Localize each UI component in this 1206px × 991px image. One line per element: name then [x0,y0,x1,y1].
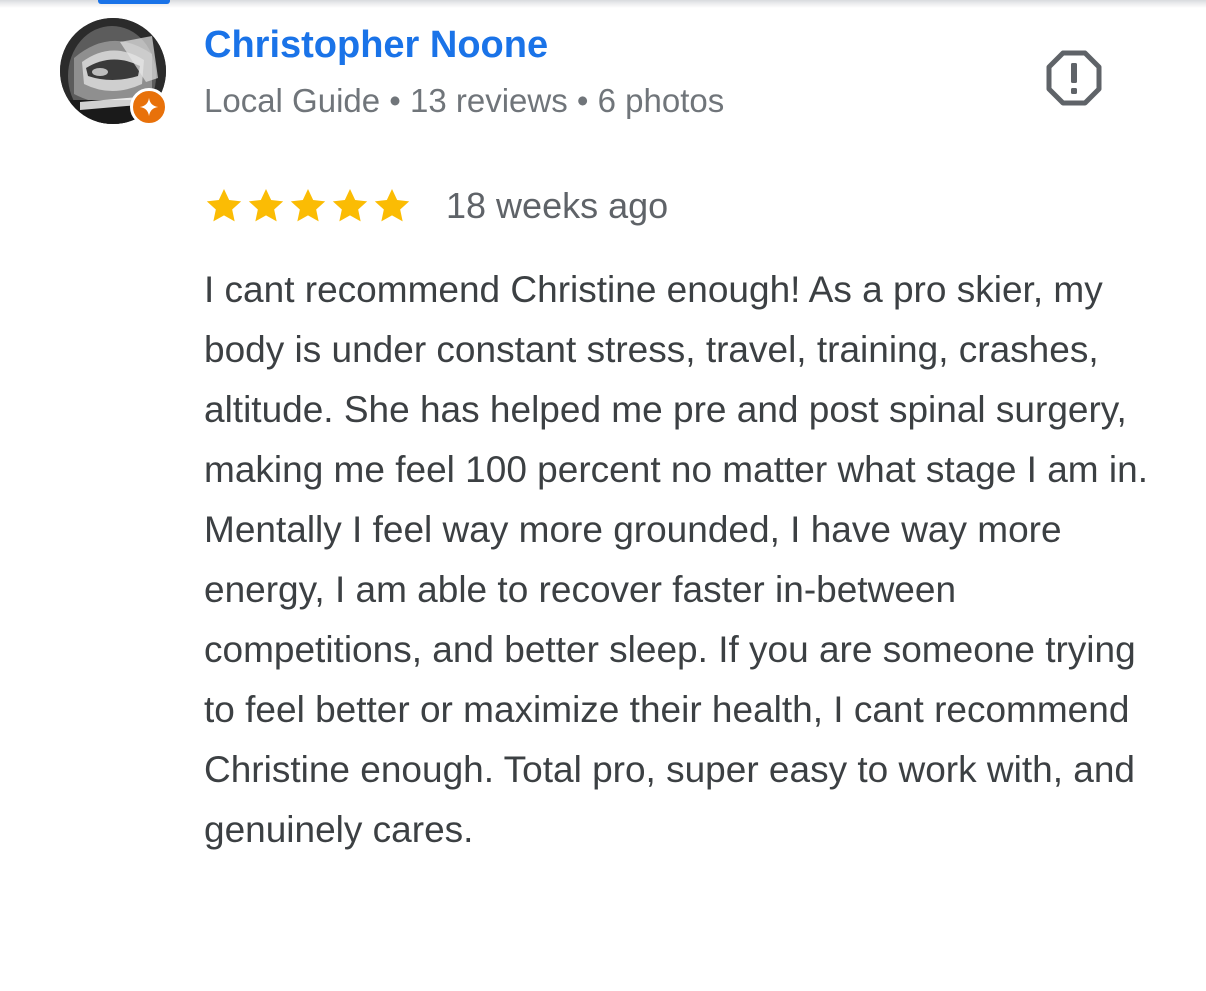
sparkle-star-icon [139,97,159,117]
report-flag-icon [1046,50,1102,106]
report-review-button[interactable] [1044,48,1104,108]
top-divider-shadow [0,0,1206,8]
active-tab-indicator [98,0,170,4]
reviewer-avatar[interactable] [60,18,168,126]
star-rating [204,186,412,226]
star-icon [290,189,326,222]
reviewer-name-link[interactable]: Christopher Noone [204,22,548,68]
star-icon [332,189,368,222]
review-card: Christopher Noone Local Guide • 13 revie… [0,0,1206,991]
review-date: 18 weeks ago [446,185,669,226]
rating-row: 18 weeks ago [204,182,668,230]
local-guide-badge-icon [130,88,168,126]
star-icon [206,189,242,222]
review-text: I cant recommend Christine enough! As a … [204,269,1148,850]
star-icon [374,189,410,222]
star-icon [248,189,284,222]
reviewer-meta[interactable]: Local Guide • 13 reviews • 6 photos [204,80,724,122]
